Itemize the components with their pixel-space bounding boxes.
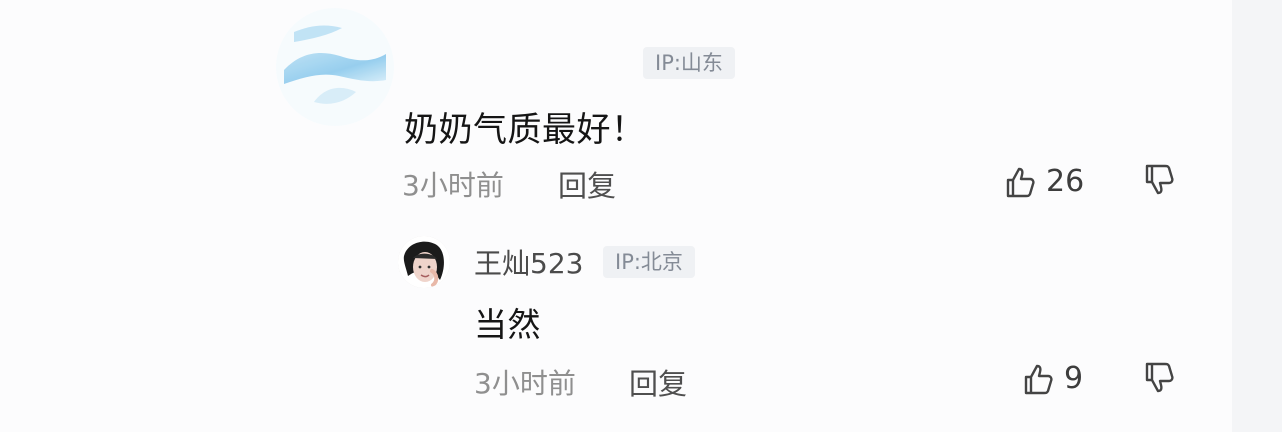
like-button[interactable]: 26 xyxy=(1002,164,1084,199)
reply-text: 当然 xyxy=(474,305,541,344)
thumbs-down-icon xyxy=(1141,163,1175,197)
thumbs-down-icon xyxy=(1141,361,1175,395)
like-button[interactable]: 9 xyxy=(1020,361,1083,396)
dislike-button[interactable] xyxy=(1141,361,1175,395)
like-count: 9 xyxy=(1064,361,1084,396)
dislike-button[interactable] xyxy=(1141,163,1175,197)
comment-time: 3小时前 xyxy=(402,169,504,202)
ip-badge: IP:山东 xyxy=(643,47,735,79)
reply-user-avatar[interactable] xyxy=(398,236,450,288)
user-avatar[interactable] xyxy=(276,8,394,126)
comment-text: 奶奶气质最好！ xyxy=(404,110,646,150)
reply-time: 3小时前 xyxy=(474,367,576,400)
reply-button[interactable]: 回复 xyxy=(629,361,687,403)
right-edge xyxy=(1232,0,1282,432)
reply-username[interactable]: 王灿523 xyxy=(474,242,583,282)
comment-thread: IP:山东 奶奶气质最好！ 3小时前 回复 26 王灿523 IP:北京 当然 … xyxy=(0,0,1282,432)
reply-button[interactable]: 回复 xyxy=(558,163,616,205)
like-count: 26 xyxy=(1046,164,1085,199)
thumbs-up-icon xyxy=(1002,165,1036,199)
thumbs-up-icon xyxy=(1020,362,1054,396)
ip-badge: IP:北京 xyxy=(603,246,695,278)
